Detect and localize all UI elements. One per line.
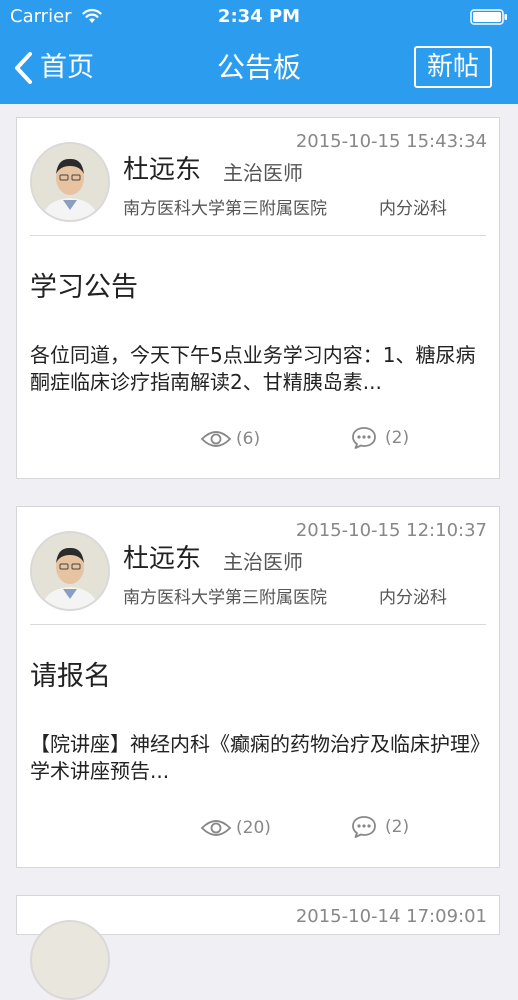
post-excerpt: 各位同道，今天下午5点业务学习内容：1、糖尿病酮症临床诊疗指南解读2、甘精胰岛素… — [30, 343, 476, 394]
card-divider — [30, 235, 486, 236]
author-title: 主治医师 — [223, 550, 303, 574]
view-count[interactable]: (6) — [200, 426, 260, 452]
app-header: Carrier 2:34 PM 首页 公告板 新帖 — [0, 0, 518, 104]
author-department: 内分泌科 — [379, 588, 447, 608]
status-bar: Carrier 2:34 PM — [0, 0, 518, 34]
author-hospital: 南方医科大学第三附属医院 — [123, 199, 327, 219]
eye-icon — [200, 820, 232, 836]
card-divider — [30, 624, 486, 625]
comment-count-value: (2) — [385, 817, 410, 837]
new-post-button[interactable]: 新帖 — [414, 46, 492, 88]
view-count[interactable]: (20) — [200, 815, 271, 841]
view-count-value: (6) — [236, 429, 261, 449]
eye-icon — [200, 431, 232, 447]
post-excerpt: 【院讲座】神经内科《癫痫的药物治疗及临床护理》学术讲座预告... — [30, 732, 480, 783]
avatar-image — [32, 144, 108, 220]
author-name: 杜远东 — [123, 544, 202, 574]
avatar[interactable] — [30, 920, 110, 1000]
comment-count[interactable]: (2) — [351, 813, 409, 841]
avatar[interactable] — [30, 142, 110, 222]
author-name: 杜远东 — [123, 155, 202, 185]
author-department: 内分泌科 — [379, 199, 447, 219]
comment-count-value: (2) — [385, 428, 410, 448]
post-title: 请报名 — [30, 661, 111, 692]
author-title: 主治医师 — [223, 161, 303, 185]
view-count-value: (20) — [236, 818, 271, 838]
post-timestamp: 2015-10-15 12:10:37 — [295, 520, 487, 541]
post-card[interactable]: 2015-10-15 15:43:34 杜远东 主治医师 南方医科大学第三附属医… — [16, 117, 500, 479]
status-time: 2:34 PM — [217, 6, 301, 27]
battery-icon — [470, 9, 507, 25]
comment-icon — [352, 816, 376, 838]
post-card[interactable]: 2015-10-15 12:10:37 杜远东 主治医师 南方医科大学第三附属医… — [16, 506, 500, 868]
author-hospital: 南方医科大学第三附属医院 — [123, 588, 327, 608]
avatar[interactable] — [30, 531, 110, 611]
post-title: 学习公告 — [30, 272, 138, 303]
post-card[interactable]: 2015-10-14 17:09:01 — [16, 895, 500, 1000]
post-timestamp: 2015-10-14 17:09:01 — [295, 906, 487, 927]
post-timestamp: 2015-10-15 15:43:34 — [295, 131, 487, 152]
nav-bar: 首页 公告板 新帖 — [0, 34, 518, 104]
comment-icon — [352, 427, 376, 449]
comment-count[interactable]: (2) — [351, 424, 409, 452]
avatar-image — [32, 533, 108, 609]
